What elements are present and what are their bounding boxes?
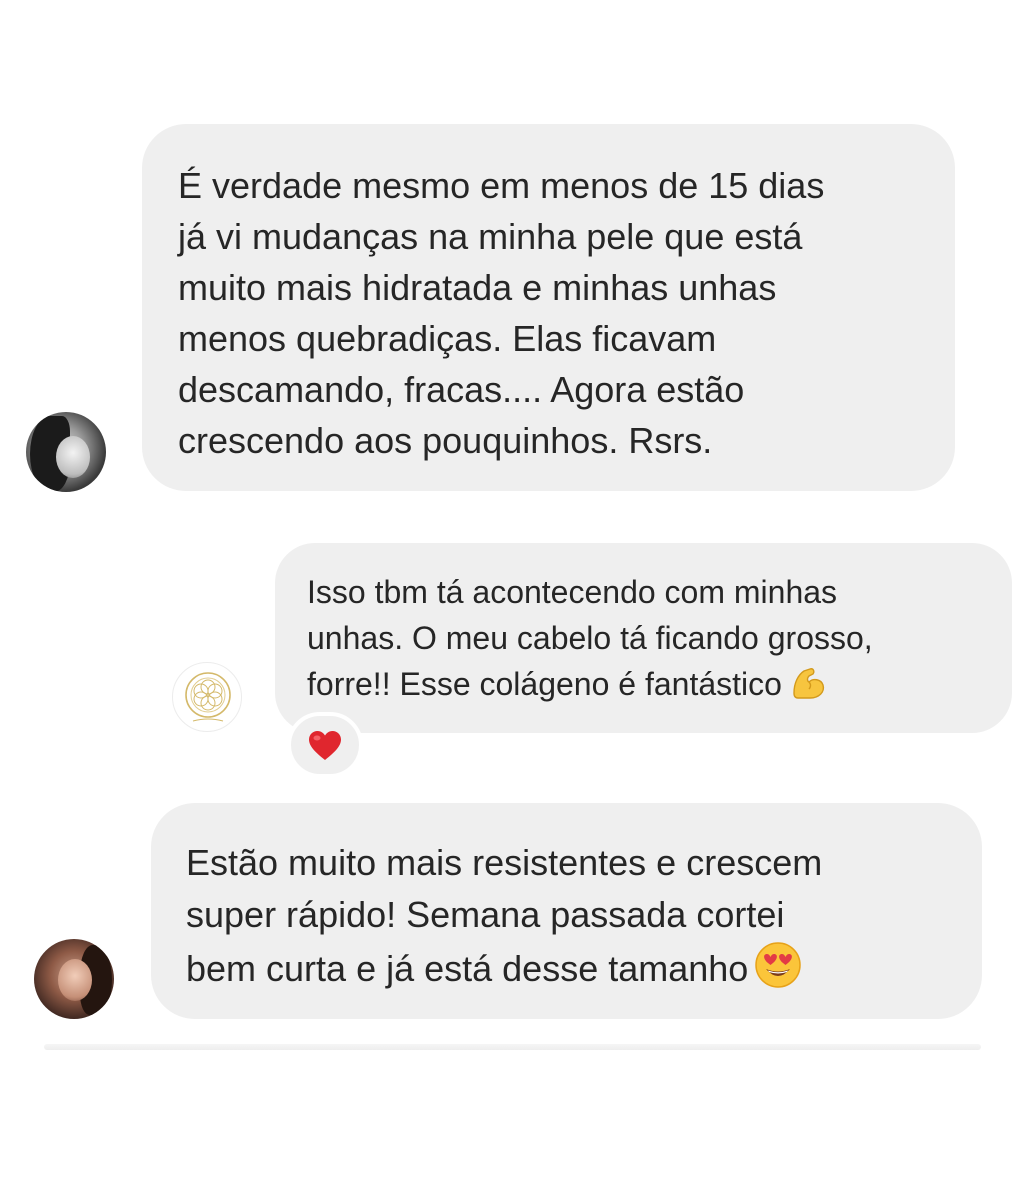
reaction-badge[interactable] bbox=[287, 712, 363, 778]
flexed-biceps-icon bbox=[788, 663, 828, 715]
divider bbox=[44, 1044, 981, 1050]
message-text: Isso tbm tá acontecendo com minhas unhas… bbox=[307, 569, 992, 715]
red-heart-icon bbox=[309, 731, 341, 760]
sender-avatar[interactable] bbox=[34, 939, 114, 1019]
message-text: Estão muito mais resistentes e crescem s… bbox=[186, 837, 962, 1003]
message-bubble-received[interactable]: Isso tbm tá acontecendo com minhas unhas… bbox=[275, 543, 1012, 733]
sender-avatar[interactable] bbox=[26, 412, 106, 492]
message-bubble-received[interactable]: Estão muito mais resistentes e crescem s… bbox=[151, 803, 982, 1019]
mandala-logo-icon bbox=[185, 672, 231, 722]
heart-eyes-icon bbox=[754, 941, 802, 1003]
message-bubble-received[interactable]: É verdade mesmo em menos de 15 dias já v… bbox=[142, 124, 955, 491]
message-text: É verdade mesmo em menos de 15 dias já v… bbox=[178, 165, 825, 461]
sender-avatar-logo[interactable] bbox=[172, 662, 242, 732]
